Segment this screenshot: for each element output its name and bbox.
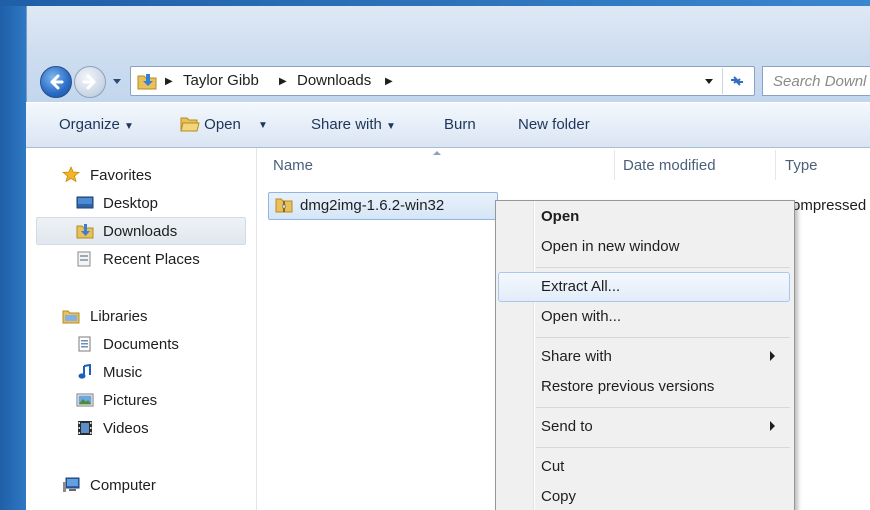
breadcrumb-downloads[interactable]: Downloads [297,72,371,89]
refresh-icon [731,76,743,86]
pictures-icon [76,393,94,407]
menu-item-copy[interactable]: Copy [541,488,576,505]
breadcrumb-separator-icon[interactable]: ▶ [279,76,287,87]
burn-button[interactable]: Burn [444,116,476,133]
menu-item-open[interactable]: Open [541,208,579,225]
sort-ascending-icon [433,151,441,155]
menu-separator [536,407,790,408]
nav-pictures[interactable]: Pictures [103,392,157,409]
open-dropdown-icon[interactable]: ▼ [258,120,268,131]
forward-button[interactable] [74,66,106,98]
videos-icon [78,421,92,435]
menu-separator [536,267,790,268]
menu-separator [536,447,790,448]
documents-icon [78,336,91,352]
libraries-icon [62,310,80,324]
desktop-background [0,0,26,510]
recent-pages-dropdown-icon[interactable] [112,76,122,86]
share-with-dropdown-icon: ▼ [386,121,396,132]
column-header-name[interactable]: Name [273,157,313,174]
open-label: Open [204,116,241,133]
file-type: ompressed [792,197,867,214]
nav-recent-places[interactable]: Recent Places [103,251,200,268]
file-name[interactable]: dmg2img-1.6.2-win32 [300,197,444,214]
menu-item-send-to[interactable]: Send to [541,418,593,435]
submenu-arrow-icon [770,351,775,361]
desktop-icon [76,196,94,209]
breadcrumb-taylor-gibb[interactable]: Taylor Gibb [183,72,259,89]
breadcrumb-separator-icon[interactable]: ▶ [165,76,173,87]
recent-places-icon [77,251,91,267]
menu-item-extract-all[interactable]: Extract All... [541,278,620,295]
computer-icon [63,477,80,492]
downloads-icon [76,224,94,239]
nav-desktop[interactable]: Desktop [103,195,158,212]
nav-favorites[interactable]: Favorites [90,167,152,184]
downloads-folder-icon [137,74,157,90]
address-bar[interactable]: ▶ Taylor Gibb ▶ Downloads ▶ [130,66,755,96]
back-button[interactable] [40,66,72,98]
menu-item-restore-previous-versions[interactable]: Restore previous versions [541,378,714,395]
search-placeholder: Search Downl [773,73,867,90]
submenu-arrow-icon [770,421,775,431]
nav-libraries[interactable]: Libraries [90,308,148,325]
column-header-date-modified[interactable]: Date modified [623,157,716,174]
nav-documents[interactable]: Documents [103,336,179,353]
back-arrow-icon [50,74,64,90]
share-with-label: Share with [311,116,382,133]
organize-dropdown-icon: ▼ [124,121,134,132]
menu-item-cut[interactable]: Cut [541,458,564,475]
menu-item-open-new-window[interactable]: Open in new window [541,238,679,255]
nav-music[interactable]: Music [103,364,142,381]
search-box[interactable]: Search Downl [762,66,870,96]
column-header-type[interactable]: Type [785,157,818,174]
share-with-button[interactable]: Share with ▼ [311,116,396,133]
address-history-dropdown-icon[interactable] [700,72,718,90]
column-separator[interactable] [775,150,776,180]
menu-item-share-with[interactable]: Share with [541,348,612,365]
open-button[interactable]: Open [180,116,241,133]
organize-label: Organize [59,116,120,133]
menu-separator [536,337,790,338]
music-icon [78,364,91,379]
open-folder-icon [180,117,200,132]
breadcrumb-separator-icon[interactable]: ▶ [385,76,393,87]
favorites-star-icon [62,166,80,182]
new-folder-button[interactable]: New folder [518,116,590,133]
refresh-button[interactable] [722,68,751,94]
zip-folder-icon [275,198,293,213]
forward-arrow-icon [82,74,96,90]
nav-videos[interactable]: Videos [103,420,149,437]
column-separator[interactable] [614,150,615,180]
context-menu-gutter-highlight [534,201,535,510]
nav-downloads[interactable]: Downloads [103,223,177,240]
organize-button[interactable]: Organize ▼ [59,116,134,133]
menu-item-open-with[interactable]: Open with... [541,308,621,325]
nav-computer[interactable]: Computer [90,477,156,494]
